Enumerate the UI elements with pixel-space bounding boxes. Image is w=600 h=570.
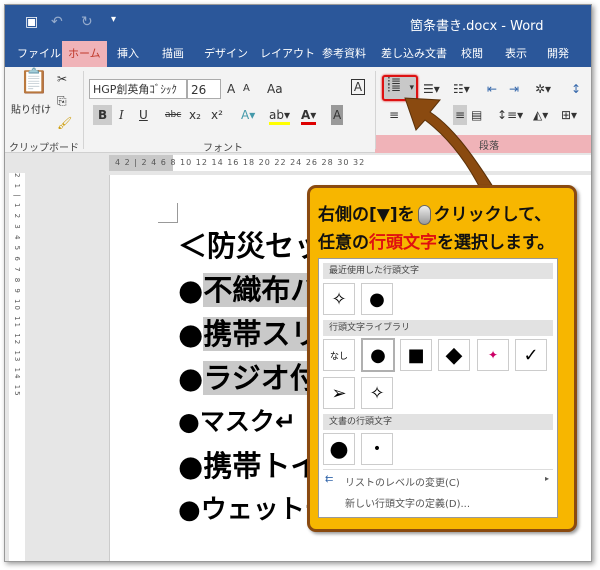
bullet-option-check[interactable]: ✓ — [515, 339, 547, 371]
bullet-option-circle[interactable]: ● — [361, 283, 393, 315]
bullet-option-star[interactable]: ✧ — [361, 377, 393, 409]
list-level-icon: ⇇ — [325, 474, 334, 485]
recent-bullets-header: 最近使用した行頭文字 — [323, 263, 553, 279]
submenu-arrow-icon: ▸ — [545, 474, 550, 483]
bullet-option-star[interactable]: ✧ — [323, 283, 355, 315]
bullet-option-color-star[interactable]: ✦ — [477, 339, 509, 371]
callout-line-2: 任意の行頭文字を選択します。 — [318, 233, 555, 253]
bullet-option-none[interactable]: なし — [323, 339, 355, 371]
arrow-icon — [404, 97, 496, 193]
bullet-option-small-dot[interactable]: • — [361, 433, 393, 465]
bullet-library-header: 行頭文字ライブラリ — [323, 320, 553, 336]
document-bullets-header: 文書の行頭文字 — [323, 414, 553, 430]
define-new-bullet-item[interactable]: 新しい行頭文字の定義(D)... — [345, 495, 470, 510]
bullet-option-arrow[interactable]: ➢ — [323, 377, 355, 409]
callout-line-1: 右側の[▼]を クリックして、 — [318, 205, 552, 225]
bullet-option-circle[interactable]: ● — [361, 338, 395, 372]
mouse-icon — [417, 205, 431, 225]
instruction-callout: 右側の[▼]を クリックして、 任意の行頭文字を選択します。 最近使用した行頭文字… — [307, 185, 577, 532]
bullet-option-large-circle[interactable]: ● — [323, 433, 355, 465]
bullet-option-diamond[interactable]: ◆ — [438, 339, 470, 371]
change-list-level-item[interactable]: リストのレベルの変更(C) — [345, 474, 460, 489]
bullet-option-square[interactable]: ■ — [400, 339, 432, 371]
bullet-library-menu: 最近使用した行頭文字 ✧ ● 行頭文字ライブラリ なし ● ■ ◆ ✦ ✓ ➢ … — [318, 258, 558, 518]
